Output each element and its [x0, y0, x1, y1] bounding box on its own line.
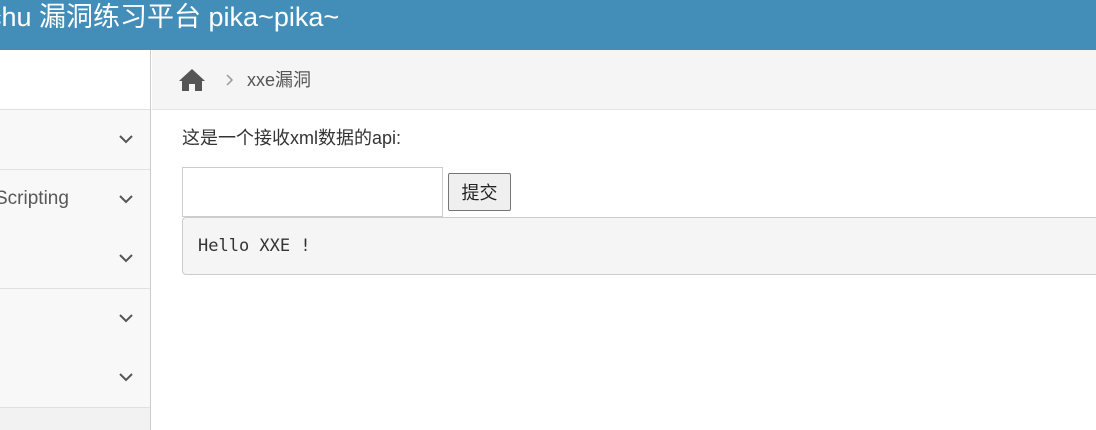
- chevron-right-icon: [226, 74, 234, 86]
- sidebar-item-label: Scripting: [0, 188, 69, 209]
- sidebar-item-1[interactable]: [0, 110, 150, 170]
- sidebar-item-4[interactable]: [0, 289, 150, 349]
- result-text: Hello XXE !: [198, 236, 311, 256]
- sidebar-shortcuts: [0, 50, 150, 110]
- sidebar: Scripting: [0, 50, 151, 430]
- chevron-down-icon: [119, 314, 133, 323]
- api-description: 这是一个接收xml数据的api:: [182, 128, 402, 148]
- breadcrumb: xxe漏洞: [152, 50, 1096, 110]
- submit-button[interactable]: 提交: [448, 173, 511, 211]
- result-panel: Hello XXE !: [182, 217, 1096, 275]
- sidebar-item-3[interactable]: [0, 229, 150, 289]
- chevron-down-icon: [119, 254, 133, 263]
- sidebar-item-5[interactable]: [0, 348, 150, 408]
- sidebar-item-scripting[interactable]: Scripting: [0, 170, 150, 230]
- top-navbar: chu 漏洞练习平台 pika~pika~: [0, 0, 1096, 50]
- chevron-down-icon: [119, 195, 133, 204]
- home-icon[interactable]: [178, 68, 206, 92]
- app-title[interactable]: chu 漏洞练习平台 pika~pika~: [0, 0, 339, 36]
- chevron-down-icon: [119, 373, 133, 382]
- xml-input[interactable]: [182, 167, 443, 217]
- breadcrumb-current: xxe漏洞: [247, 70, 312, 90]
- chevron-down-icon: [119, 135, 133, 144]
